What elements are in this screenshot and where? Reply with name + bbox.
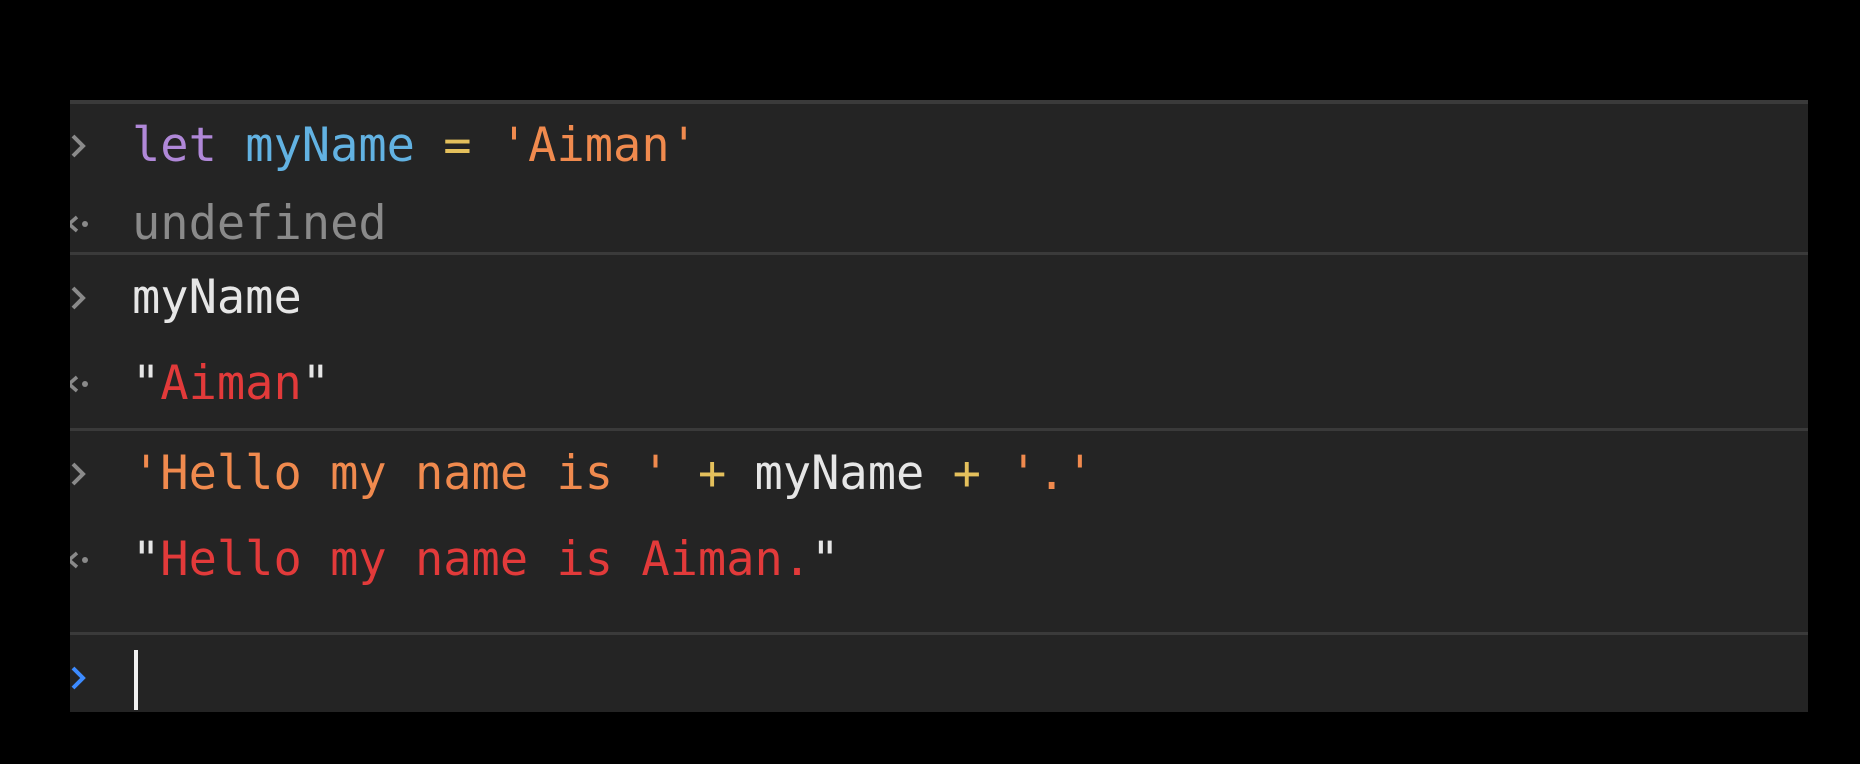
devtools-console: let myName = 'Aiman' undefined myName "A… xyxy=(70,100,1808,712)
text-cursor xyxy=(134,650,138,710)
quote-mark: " xyxy=(301,356,331,411)
identifier-token: myName xyxy=(754,446,925,501)
input-chevron-icon xyxy=(70,104,94,188)
operator-token: = xyxy=(443,118,472,173)
console-input-code[interactable]: 'Hello my name is ' + myName + '.' xyxy=(132,432,1094,516)
keyword-token: let xyxy=(132,118,217,173)
entry-separator xyxy=(70,252,1808,255)
console-output-value: "Hello my name is Aiman." xyxy=(132,518,839,602)
return-arrow-icon xyxy=(70,342,94,426)
string-token: 'Hello my name is ' xyxy=(132,446,670,501)
console-input-row: 'Hello my name is ' + myName + '.' xyxy=(70,432,1808,516)
console-prompt-row[interactable] xyxy=(70,636,1808,712)
result-string: Aiman xyxy=(160,356,302,411)
return-arrow-icon xyxy=(70,518,94,602)
console-input-row: myName xyxy=(70,256,1808,340)
input-chevron-icon xyxy=(70,256,94,340)
quote-mark: " xyxy=(132,356,161,411)
quote-mark: " xyxy=(132,532,161,587)
entry-separator xyxy=(70,632,1808,635)
variable-token: myName xyxy=(245,118,415,173)
input-chevron-icon xyxy=(70,432,94,516)
prompt-chevron-icon xyxy=(70,636,94,712)
console-input-row: let myName = 'Aiman' xyxy=(70,104,1808,188)
string-token: 'Aiman' xyxy=(499,118,698,173)
console-output-value: "Aiman" xyxy=(132,342,330,426)
console-input-code[interactable]: let myName = 'Aiman' xyxy=(132,104,698,188)
result-string: Hello my name is Aiman. xyxy=(160,532,812,587)
operator-token: + xyxy=(697,446,727,501)
console-output-row: "Hello my name is Aiman." xyxy=(70,518,1808,602)
console-output-row: "Aiman" xyxy=(70,342,1808,426)
entry-separator xyxy=(70,428,1808,431)
console-input-code[interactable]: myName xyxy=(132,256,302,340)
quote-mark: " xyxy=(811,532,840,587)
string-token: '.' xyxy=(1009,446,1095,501)
operator-token: + xyxy=(952,446,981,501)
